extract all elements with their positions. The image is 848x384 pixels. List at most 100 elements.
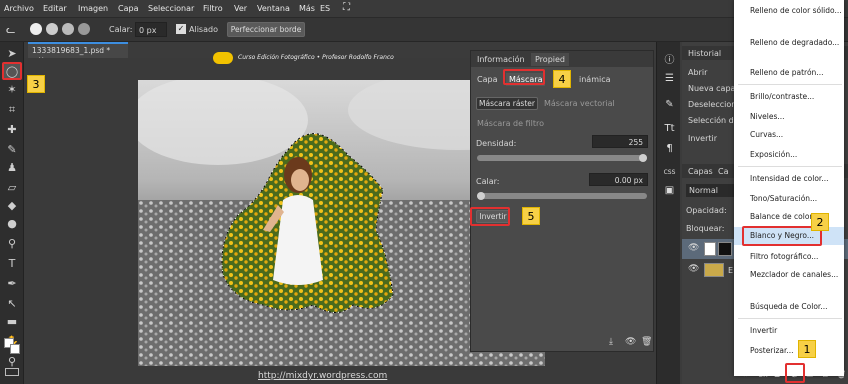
menu-item-levels[interactable]: Niveles... <box>750 112 842 122</box>
density-input[interactable]: 255 <box>592 135 648 148</box>
character-icon[interactable]: Tt <box>661 120 678 137</box>
layer-visibility-icon[interactable]: 👁 <box>688 243 699 253</box>
blur-icon[interactable]: ● <box>3 216 21 232</box>
subtab-capa[interactable]: Capa <box>477 75 497 84</box>
menu-seleccionar[interactable]: Seleccionar <box>148 4 194 13</box>
menu-item-vibrance[interactable]: Intensidad de color... <box>750 174 842 184</box>
menu-item-color-lookup[interactable]: Búsqueda de Color... <box>750 302 842 312</box>
background-color-swatch[interactable] <box>10 344 20 354</box>
history-item[interactable]: Abrir <box>688 68 707 77</box>
feather-panel-input[interactable]: 0.00 px <box>589 173 648 186</box>
menu-mas[interactable]: Más <box>299 4 315 13</box>
load-selection-icon[interactable]: ⤓ <box>609 337 613 347</box>
tab-informacion[interactable]: Información <box>477 55 525 64</box>
menu-bar: Archivo Editar Imagen Capa Seleccionar F… <box>0 0 848 18</box>
highlight-mask-tab <box>503 69 545 85</box>
density-slider[interactable] <box>477 154 647 162</box>
menu-item-curves[interactable]: Curvas... <box>750 130 842 140</box>
layer-visibility-icon[interactable]: 👁 <box>688 264 699 274</box>
bucket-icon[interactable]: ◆ <box>3 198 21 214</box>
menu-item-exposure[interactable]: Exposición... <box>750 150 842 160</box>
eraser-icon[interactable]: ▱ <box>3 180 21 196</box>
language-label[interactable]: ES <box>320 4 330 13</box>
document-tab[interactable]: 1333819683_1.psd * × <box>28 42 128 64</box>
blend-mode-select[interactable]: Normal <box>686 184 734 197</box>
menu-item-channel-mixer[interactable]: Mezclador de canales... <box>750 270 842 280</box>
layer-mask-thumb <box>718 242 732 256</box>
add-selection-icon[interactable] <box>46 23 58 35</box>
menu-item-hue-saturation[interactable]: Tono/Saturación... <box>750 194 842 204</box>
menu-archivo[interactable]: Archivo <box>4 4 34 13</box>
menu-separator <box>738 166 842 167</box>
step-badge-5: 5 <box>522 207 540 225</box>
document-tab-label: 1333819683_1.psd * <box>32 46 111 55</box>
feather-slider[interactable] <box>477 192 647 200</box>
new-selection-icon[interactable] <box>30 23 42 35</box>
menu-item-posterize[interactable]: Posterizar... <box>750 346 842 356</box>
layer-photo-thumb <box>704 263 724 277</box>
menu-imagen[interactable]: Imagen <box>78 4 108 13</box>
tool-bar: ➤ ◯ ✶ ⌗ ✚ ✎ ♟ ▱ ◆ ● ⚲ T ✒ ↖ ▬ ✋ ⚲ <box>0 42 24 384</box>
menu-item-photo-filter[interactable]: Filtro fotográfico... <box>750 252 842 262</box>
layer-name: E <box>728 266 734 275</box>
brush-icon[interactable]: ✎ <box>3 142 21 158</box>
healing-icon[interactable]: ✚ <box>3 122 21 138</box>
refine-edge-button[interactable]: Perfeccionar borde <box>227 22 305 37</box>
image-icon[interactable]: ▣ <box>661 182 678 199</box>
tab-propiedades[interactable]: Propied <box>531 53 569 66</box>
intersect-selection-icon[interactable] <box>78 23 90 35</box>
menu-ver[interactable]: Ver <box>234 4 247 13</box>
shape-tool-icon[interactable]: ▬ <box>3 314 21 330</box>
paragraph-icon[interactable]: ¶ <box>661 140 678 157</box>
move-tool-icon[interactable]: ➤ <box>3 46 21 62</box>
history-item[interactable]: Selección de <box>688 116 739 125</box>
crop-tool-icon[interactable]: ⌗ <box>3 102 21 118</box>
menu-item-gradient-fill[interactable]: Relleno de degradado... <box>750 38 842 48</box>
highlight-adjustment-icon <box>785 363 805 383</box>
menu-filtro[interactable]: Filtro <box>203 4 223 13</box>
quick-mask-icon[interactable] <box>5 368 19 376</box>
tab-capas[interactable]: Capas <box>688 167 713 176</box>
properties-icon[interactable]: ☰ <box>661 70 678 87</box>
history-item[interactable]: Invertir <box>688 134 717 143</box>
feather-input[interactable]: 0 px <box>135 22 167 37</box>
menu-ventana[interactable]: Ventana <box>257 4 290 13</box>
trash-icon[interactable]: 🗑 <box>641 337 652 347</box>
menu-capa[interactable]: Capa <box>118 4 138 13</box>
menu-item-brightness[interactable]: Brillo/contraste... <box>750 92 842 102</box>
tab-historial[interactable]: Historial <box>688 49 721 58</box>
fullscreen-icon[interactable]: ⛶ <box>343 2 350 13</box>
feather-slider-knob[interactable] <box>477 192 485 200</box>
lock-label: Bloquear: <box>686 224 725 233</box>
antialias-checkbox[interactable]: ✓ <box>176 24 186 34</box>
menu-item-invert[interactable]: Invertir <box>750 326 842 336</box>
raster-mask-button[interactable]: Máscara ráster <box>476 97 538 110</box>
menu-item-pattern-fill[interactable]: Relleno de patrón... <box>750 68 842 78</box>
info-icon[interactable]: ⓘ <box>661 52 678 69</box>
vector-mask-button[interactable]: Máscara vectorial <box>544 99 615 108</box>
visibility-icon[interactable]: 👁 <box>625 337 636 347</box>
filter-mask-label: Máscara de filtro <box>477 119 544 128</box>
brush-panel-icon[interactable]: ✎ <box>661 96 678 113</box>
menu-editar[interactable]: Editar <box>43 4 67 13</box>
options-bar: ᓚ Calar: 0 px ✓ Alisado Perfeccionar bor… <box>0 18 848 42</box>
properties-panel: Información Propied Capa Máscara inámica… <box>470 50 654 352</box>
path-select-icon[interactable]: ↖ <box>3 296 21 312</box>
tab-canales[interactable]: Ca <box>718 167 729 176</box>
dodge-icon[interactable]: ⚲ <box>3 236 21 252</box>
subtract-selection-icon[interactable] <box>62 23 74 35</box>
layer-adjust-thumb <box>704 242 716 256</box>
stamp-icon[interactable]: ♟ <box>3 160 21 176</box>
magic-wand-icon[interactable]: ✶ <box>3 82 21 98</box>
history-item[interactable]: Deseleccion <box>688 100 736 109</box>
opacity-label: Opacidad: <box>686 206 727 215</box>
watermark-text: Curso Edición Fotográfico • Profesor Rod… <box>238 54 394 61</box>
lasso-icon: ᓚ <box>6 23 16 36</box>
menu-separator <box>738 84 842 85</box>
density-slider-knob[interactable] <box>639 154 647 162</box>
menu-item-solid-fill[interactable]: Relleno de color sólido... <box>750 6 842 16</box>
pen-tool-icon[interactable]: ✒ <box>3 276 21 292</box>
subtab-dinamica[interactable]: inámica <box>579 75 611 84</box>
css-icon[interactable]: CSS <box>661 164 678 181</box>
type-tool-icon[interactable]: T <box>3 256 21 272</box>
